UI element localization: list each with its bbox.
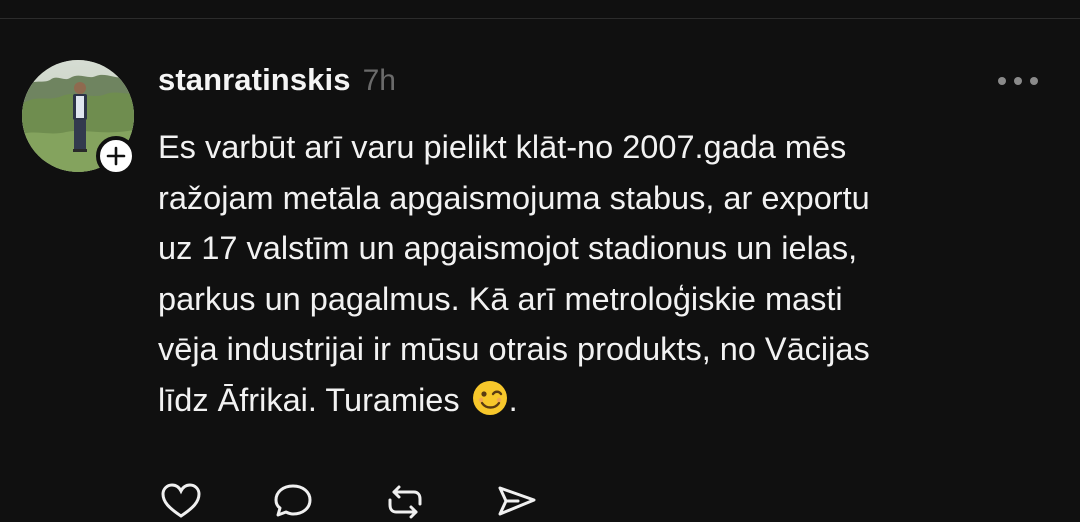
send-icon [494,482,540,522]
post-text: Es varbūt arī varu pielikt klāt-no 2007.… [158,122,1058,425]
post-text-ending: . [508,381,518,418]
more-options-button[interactable] [992,66,1044,96]
heart-icon [158,482,204,522]
post-text-content: Es varbūt arī varu pielikt klāt-no 2007.… [158,129,870,418]
post-header: stanratinskis 7h [158,58,396,102]
winking-face-emoji [471,379,509,417]
post-action-bar [158,482,540,522]
repost-button[interactable] [382,482,428,522]
comment-button[interactable] [270,482,316,522]
follow-button[interactable] [96,136,136,176]
username[interactable]: stanratinskis [158,58,351,102]
comment-icon [270,482,316,522]
repost-icon [382,482,428,522]
timestamp: 7h [362,64,396,97]
share-button[interactable] [494,482,540,522]
top-divider [0,18,1080,19]
avatar-container[interactable] [22,60,136,176]
like-button[interactable] [158,482,204,522]
plus-icon [106,146,126,166]
more-horizontal-icon [996,75,1040,87]
